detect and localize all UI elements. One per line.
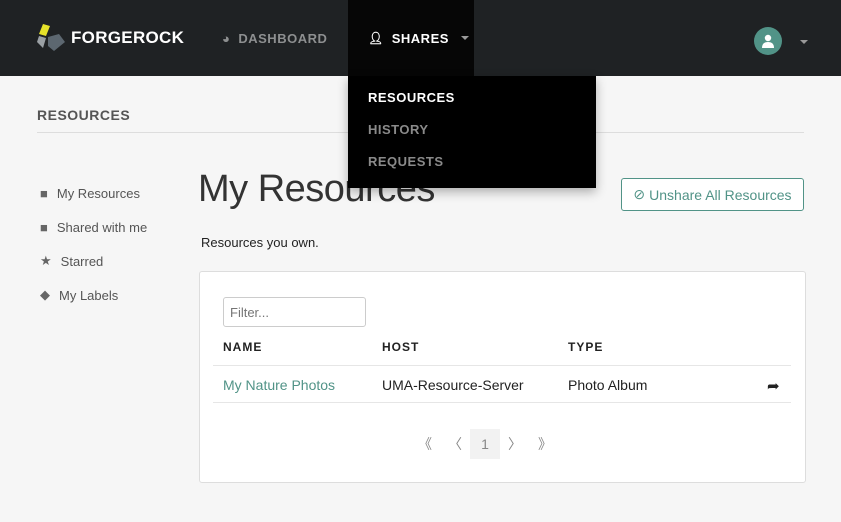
column-header-type[interactable]: TYPE	[568, 340, 603, 354]
resource-name-link[interactable]: My Nature Photos	[223, 377, 335, 393]
last-page-button[interactable]: 》	[530, 429, 560, 459]
chevron-down-icon	[460, 36, 469, 40]
nav-shares[interactable]: 👤︎ SHARES	[348, 0, 474, 76]
menu-item-history[interactable]: HISTORY	[348, 122, 596, 154]
user-menu-caret-icon[interactable]	[800, 40, 808, 44]
forgerock-logo[interactable]: FORGEROCK	[37, 24, 184, 52]
user-icon: 👤︎	[368, 31, 384, 45]
first-page-button[interactable]: 《	[410, 429, 440, 459]
sidebar: ■ My Resources ■ Shared with me ★ Starred ◆…	[40, 176, 147, 312]
table-row[interactable]: My Nature Photos UMA-Resource-Server Pho…	[213, 365, 791, 403]
share-icon[interactable]: ➦	[767, 377, 780, 395]
forgerock-logo-icon	[37, 24, 65, 51]
sidebar-item-my-labels[interactable]: ◆ My Labels	[40, 278, 147, 312]
sidebar-item-starred[interactable]: ★ Starred	[40, 244, 147, 278]
resource-host: UMA-Resource-Server	[382, 377, 524, 393]
top-navbar: FORGEROCK ◕ DASHBOARD 👤︎ SHARES	[0, 0, 841, 76]
page-1-button[interactable]: 1	[470, 429, 500, 459]
ban-icon: ⊘	[633, 186, 646, 202]
tags-icon: ◆	[40, 287, 50, 302]
column-header-host[interactable]: HOST	[382, 340, 419, 354]
sidebar-item-label: My Resources	[56, 185, 140, 201]
next-page-button[interactable]: 〉	[500, 429, 530, 459]
column-header-name[interactable]: NAME	[223, 340, 262, 354]
sidebar-item-my-resources[interactable]: ■ My Resources	[40, 176, 147, 210]
resources-panel: NAME HOST TYPE My Nature Photos UMA-Reso…	[199, 271, 806, 483]
sidebar-item-label: Shared with me	[56, 219, 148, 235]
dashboard-icon: ◕	[222, 30, 231, 46]
sidebar-item-label: My Labels	[59, 287, 119, 303]
menu-item-requests[interactable]: REQUESTS	[348, 154, 596, 186]
user-icon	[762, 34, 774, 48]
folder-icon: ■	[40, 219, 48, 235]
resource-type: Photo Album	[568, 377, 648, 393]
page-subtitle: Resources you own.	[201, 235, 319, 250]
nav-shares-label: SHARES	[391, 30, 449, 46]
star-icon: ★	[40, 253, 52, 268]
prev-page-button[interactable]: 〈	[440, 429, 470, 459]
pagination: 《 〈 1 〉 》	[410, 429, 560, 459]
nav-dashboard-label: DASHBOARD	[238, 30, 328, 46]
nav-dashboard[interactable]: ◕ DASHBOARD	[222, 0, 327, 76]
sidebar-item-shared-with-me[interactable]: ■ Shared with me	[40, 210, 147, 244]
section-title: RESOURCES	[37, 107, 131, 123]
unshare-all-button[interactable]: ⊘ Unshare All Resources	[621, 178, 804, 211]
user-avatar[interactable]	[754, 27, 782, 55]
folder-icon: ■	[40, 185, 48, 201]
menu-item-resources[interactable]: RESOURCES	[348, 90, 596, 122]
unshare-all-label: Unshare All Resources	[649, 186, 792, 203]
filter-input[interactable]	[223, 297, 366, 327]
shares-dropdown-menu: RESOURCES HISTORY REQUESTS	[348, 76, 596, 188]
sidebar-item-label: Starred	[60, 253, 104, 269]
brand-name: FORGEROCK	[71, 28, 185, 47]
